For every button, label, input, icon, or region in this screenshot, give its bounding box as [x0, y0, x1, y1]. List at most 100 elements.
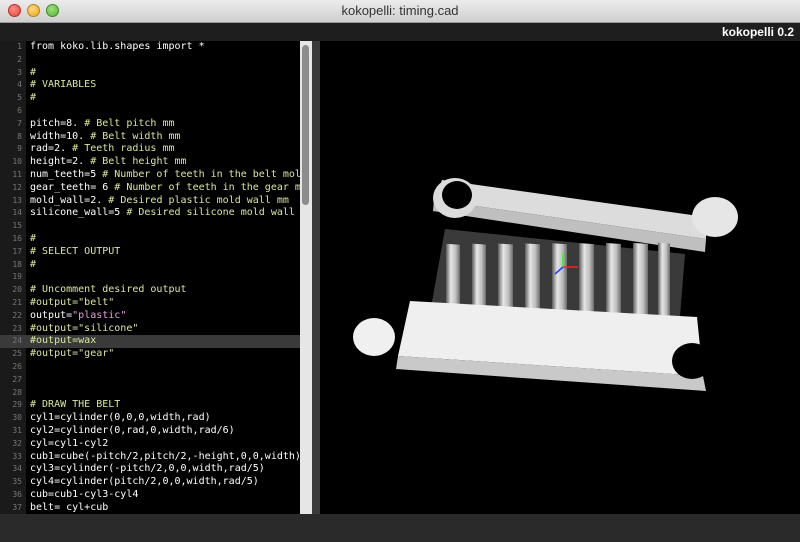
line-code: output=	[30, 309, 73, 321]
code-line[interactable]: 34 cyl3=cylinder(-pitch/2,0,0,width,rad/5…	[0, 463, 300, 476]
code-line[interactable]: 6	[0, 105, 300, 118]
line-number: 12	[12, 182, 22, 192]
line-code: #output="gear"	[30, 348, 115, 360]
line-number: 17	[12, 246, 22, 256]
inline-comment: # Number of teeth in the belt mold (	[102, 168, 312, 180]
code-line[interactable]: 33 cub1=cube(-pitch/2,pitch/2,-height,0,0…	[0, 450, 301, 464]
code-line[interactable]: 11 num_teeth=5 # Number of teeth in the b…	[0, 168, 307, 182]
code-line[interactable]: 2	[0, 54, 300, 67]
code-editor[interactable]: 1 from koko.lib.shapes import * 2 3 #4 # VARI…	[0, 41, 312, 514]
editor-scrollbar[interactable]	[300, 41, 312, 514]
code-line[interactable]: 1 from koko.lib.shapes import *	[0, 41, 300, 54]
code-line[interactable]: 36 cub=cub1-cyl3-cyl4	[0, 489, 300, 502]
line-code: # VARIABLES	[30, 79, 97, 91]
line-number: 9	[17, 144, 22, 154]
code-line[interactable]: 22 output="plastic"	[0, 310, 300, 323]
inline-comment: # Belt pitch mm	[84, 117, 175, 129]
code-line[interactable]: 26	[0, 361, 300, 374]
pane-splitter[interactable]	[312, 41, 320, 514]
line-code: cyl=cyl1-cyl2	[30, 437, 109, 449]
line-number: 29	[12, 400, 22, 410]
line-code: belt= cyl+cub	[30, 501, 109, 513]
line-code: num_teeth=5	[30, 168, 103, 180]
3d-viewport[interactable]	[320, 41, 800, 514]
line-number: 16	[12, 233, 22, 243]
code-line[interactable]: 15	[0, 220, 300, 233]
line-number: 32	[12, 438, 22, 448]
code-line[interactable]: 5 #	[0, 92, 300, 105]
line-code: cyl2=cylinder(0,rad,0,width,rad/6)	[30, 424, 235, 436]
code-line[interactable]: 12 gear_teeth= 6 # Number of teeth in the…	[0, 181, 312, 195]
code-line[interactable]: 24 #output=wax	[0, 335, 300, 349]
code-line[interactable]: 16 #	[0, 233, 300, 246]
line-number: 23	[12, 323, 22, 333]
line-number: 36	[12, 489, 22, 499]
code-line[interactable]: 37 belt= cyl+cub	[0, 502, 300, 514]
code-line[interactable]: 28	[0, 387, 300, 400]
line-code: cyl1=cylinder(0,0,0,width,rad)	[30, 412, 211, 424]
code-line[interactable]: 7 pitch=8. # Belt pitch mm	[0, 118, 300, 131]
line-code: cub1=cube(-pitch/2,pitch/2,-height,0,0,w…	[30, 450, 301, 462]
code-line[interactable]: 10 height=2. # Belt height mm	[0, 156, 300, 169]
code-line[interactable]: 32 cyl=cyl1-cyl2	[0, 438, 300, 451]
code-line[interactable]: 21 #output="belt"	[0, 297, 300, 310]
inline-comment: # Desired plastic mold wall mm	[108, 194, 289, 206]
status-bar	[0, 514, 800, 542]
line-number: 3	[17, 67, 22, 77]
line-number: 8	[17, 131, 22, 141]
app-name: kokopelli 0.2	[721, 25, 794, 39]
code-line[interactable]: 19	[0, 271, 300, 284]
code-line[interactable]: 20 # Uncomment desired output	[0, 284, 300, 297]
code-line[interactable]: 35 cyl4=cylinder(pitch/2,0,0,width,rad/5)	[0, 476, 300, 489]
code-line[interactable]: 27	[0, 374, 300, 387]
code-line[interactable]: 9 rad=2. # Teeth radius mm	[0, 143, 300, 156]
line-number: 30	[12, 413, 22, 423]
line-code: silicone_wall=5	[30, 207, 127, 219]
line-number: 2	[17, 54, 22, 64]
title-bar[interactable]: kokopelli: timing.cad	[0, 0, 800, 23]
inline-comment: # Belt width mm	[90, 130, 181, 142]
line-code: #output=wax	[30, 335, 97, 347]
code-line[interactable]: 3 #	[0, 67, 300, 80]
window-title: kokopelli: timing.cad	[341, 3, 459, 18]
code-line[interactable]: 13 mold_wall=2. # Desired plastic mold wa…	[0, 195, 300, 208]
line-number: 13	[12, 195, 22, 205]
line-code: rad=2.	[30, 143, 73, 155]
line-number: 25	[12, 349, 22, 359]
code-lines[interactable]: 1 from koko.lib.shapes import * 2 3 #4 # VARI…	[0, 41, 312, 514]
line-code: #	[30, 258, 37, 270]
code-line[interactable]: 31 cyl2=cylinder(0,rad,0,width,rad/6)	[0, 425, 300, 438]
line-number: 14	[12, 208, 22, 218]
line-code: height=2.	[30, 156, 91, 168]
line-code: from koko.lib.shapes import *	[30, 41, 205, 52]
line-number: 11	[12, 169, 22, 179]
line-code: mold_wall=2.	[30, 194, 109, 206]
code-line[interactable]: 25 #output="gear"	[0, 348, 300, 361]
line-number: 22	[12, 310, 22, 320]
code-line[interactable]: 18 #	[0, 259, 300, 272]
line-number: 33	[12, 451, 22, 461]
code-line[interactable]: 30 cyl1=cylinder(0,0,0,width,rad)	[0, 412, 300, 425]
line-number: 10	[12, 157, 22, 167]
line-number: 20	[12, 285, 22, 295]
code-line[interactable]: 23 #output="silicone"	[0, 323, 300, 336]
line-number: 34	[12, 464, 22, 474]
code-line[interactable]: 4 # VARIABLES	[0, 79, 300, 92]
line-code: #	[30, 232, 37, 244]
code-line[interactable]: 8 width=10. # Belt width mm	[0, 131, 300, 144]
code-line[interactable]: 17 # SELECT OUTPUT	[0, 246, 300, 259]
line-number: 37	[12, 502, 22, 512]
line-code: pitch=8.	[30, 117, 85, 129]
line-number: 31	[12, 425, 22, 435]
inline-comment: # Number of teeth in the gear mold	[114, 181, 312, 193]
line-number: 26	[12, 361, 22, 371]
code-line[interactable]: 29 # DRAW THE BELT	[0, 399, 300, 412]
code-line[interactable]: 14 silicone_wall=5 # Desired silicone mol…	[0, 207, 312, 220]
line-code: #output="silicone"	[30, 322, 139, 334]
editor-scrollbar-thumb[interactable]	[302, 45, 309, 205]
line-number: 5	[17, 93, 22, 103]
line-code: gear_teeth= 6	[30, 181, 115, 193]
line-code: # DRAW THE BELT	[30, 399, 121, 411]
line-code: width=10.	[30, 130, 91, 142]
line-number: 27	[12, 374, 22, 384]
